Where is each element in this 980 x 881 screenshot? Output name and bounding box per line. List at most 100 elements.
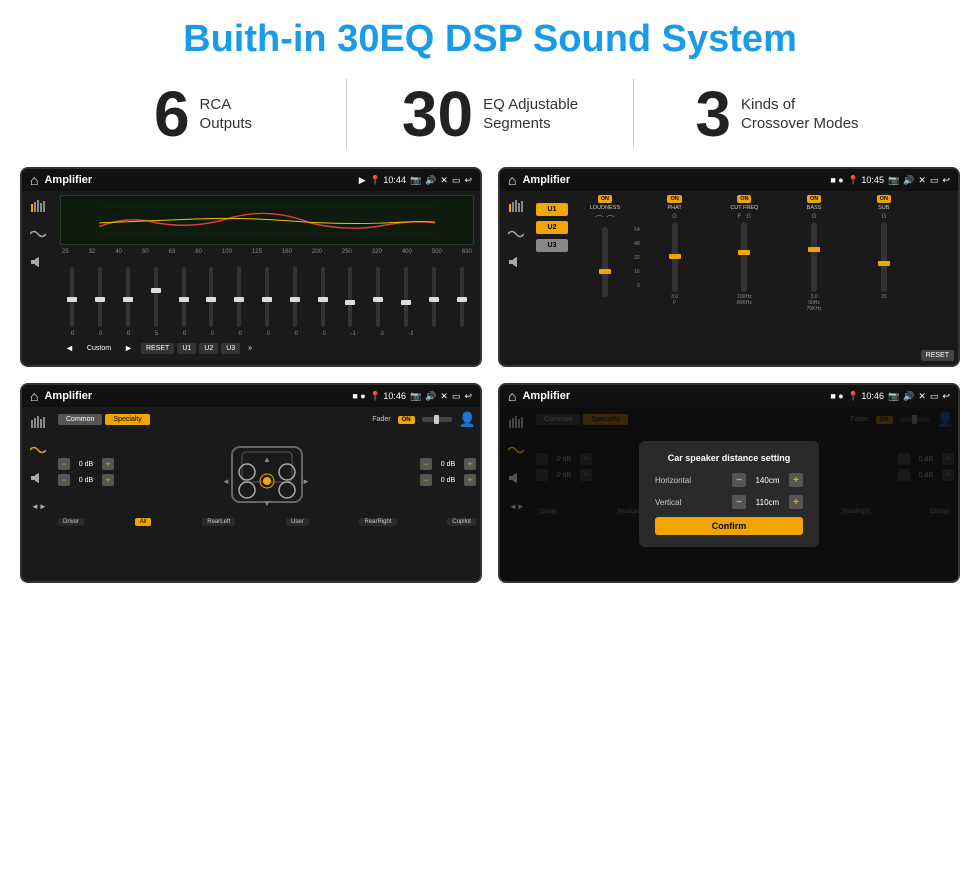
fader-all-label[interactable]: All [135,518,152,526]
eq-prev-button[interactable]: ◄ [60,341,79,355]
fader-rearright-label[interactable]: RearRight [359,518,396,526]
fader-sidebar-eq[interactable] [26,413,50,431]
fader-home-icon[interactable]: ⌂ [30,388,38,404]
dialog-screen-title: Amplifier [522,390,824,402]
dialog-statusbar: ⌂ Amplifier ■ ● 📍 10:46 📷 🔊 ✕ ▭ ↩ [500,385,958,407]
eq-slider-15[interactable] [449,267,474,329]
phat-freq: F [673,300,676,306]
fader-rl-minus[interactable]: − [58,474,70,486]
fader-user-label[interactable]: User [286,518,309,526]
eq-slider-10[interactable] [310,267,335,329]
mixer-sidebar-eq[interactable] [504,197,528,215]
confirm-button[interactable]: Confirm [655,517,803,535]
dialog-horizontal-row: Horizontal − 140cm + [655,473,803,487]
mixer-home-icon[interactable]: ⌂ [508,172,516,188]
fader-sidebar-lr[interactable]: ◄► [26,497,50,515]
eq-slider-11[interactable] [338,267,363,329]
cutfreq-hz2: 80KHz [737,300,752,306]
cutfreq-slider[interactable] [741,222,747,292]
dialog-horizontal-minus[interactable]: − [732,473,746,487]
fader-copilot-label[interactable]: Copilot [447,518,476,526]
dialog-vertical-plus[interactable]: + [789,495,803,509]
eq-reset-button[interactable]: RESET [141,343,174,354]
eq-sidebar-wave[interactable] [26,225,50,243]
eq-next-button[interactable]: ► [119,341,138,355]
fader-fr-minus[interactable]: − [420,458,432,470]
mixer-preset-u2[interactable]: U2 [536,221,568,234]
svg-text:▲: ▲ [263,455,271,464]
eq-slider-2[interactable] [88,267,113,329]
fader-vol-rr: − 0 dB + [420,474,476,486]
stat-rca-number: 6 [154,82,190,146]
fader-slider[interactable] [422,417,452,422]
eq-slider-5[interactable] [171,267,196,329]
fader-sidebar-speaker[interactable] [26,469,50,487]
fader-status-icons: ■ ● 📍 10:46 📷 🔊 ✕ ▭ ↩ [352,391,472,402]
fader-fl-minus[interactable]: − [58,458,70,470]
eq-sidebar-speaker[interactable] [26,253,50,271]
eq-slider-8[interactable] [255,267,280,329]
mixer-reset-area: RESET [921,195,954,365]
mixer-reset-button[interactable]: RESET [921,350,954,361]
fader-back[interactable]: ↩ [464,391,472,402]
eq-slider-1[interactable] [60,267,85,329]
back-icon[interactable]: ↩ [464,175,472,186]
fader-sidebar-wave[interactable] [26,441,50,459]
mixer-preset-u1[interactable]: U1 [536,203,568,216]
eq-slider-3[interactable] [116,267,141,329]
dialog-vertical-minus[interactable]: − [732,495,746,509]
svg-text:▼: ▼ [263,499,271,508]
stat-rca: 6 RCAOutputs [60,82,346,146]
stat-eq-number: 30 [402,82,473,146]
fader-rr-val: 0 dB [434,477,462,484]
bass-g: G [812,214,817,220]
eq-slider-13[interactable] [394,267,419,329]
fader-tab-specialty[interactable]: Specialty [105,414,149,425]
eq-body: 2532405063 80100125160200 25032040050063… [22,191,480,367]
mixer-back[interactable]: ↩ [942,175,950,186]
phat-slider[interactable] [672,222,678,292]
sub-slider[interactable] [881,222,887,292]
fader-rr-plus[interactable]: + [464,474,476,486]
home-icon[interactable]: ⌂ [30,172,38,188]
dialog-back[interactable]: ↩ [942,391,950,402]
eq-slider-12[interactable] [366,267,391,329]
eq-u2-button[interactable]: U2 [199,343,218,354]
eq-slider-6[interactable] [199,267,224,329]
eq-slider-9[interactable] [282,267,307,329]
stat-eq: 30 EQ AdjustableSegments [347,82,633,146]
fader-bottom-labels: Driver All RearLeft User RearRight Copil… [58,518,476,526]
mixer-sidebar-wave[interactable] [504,225,528,243]
x-icon: ✕ [440,175,448,186]
bass-slider[interactable] [811,222,817,292]
mixer-preset-u3[interactable]: U3 [536,239,568,252]
eq-freq-labels: 2532405063 80100125160200 25032040050063… [60,249,474,255]
eq-slider-7[interactable] [227,267,252,329]
fader-fr-val: 0 dB [434,461,462,468]
eq-sliders [60,259,474,329]
dialog-body: ◄► Common Specialty Fader ON 👤 [500,407,958,581]
eq-slider-14[interactable] [421,267,446,329]
fader-driver-label[interactable]: Driver [58,518,84,526]
mixer-ch-loudness: ON LOUDNESS ⌒⌒ 644832160 [572,195,638,365]
eq-slider-4[interactable] [143,267,168,329]
dialog-vertical-stepper: − 110cm + [732,495,803,509]
fader-main: Common Specialty Fader ON 👤 [54,407,480,581]
eq-more-button[interactable]: » [243,343,257,354]
fader-fr-plus[interactable]: + [464,458,476,470]
stat-crossover-number: 3 [695,82,731,146]
mixer-sidebar-speaker[interactable] [504,253,528,271]
dialog-home-icon[interactable]: ⌂ [508,388,516,404]
fader-rr-minus[interactable]: − [420,474,432,486]
fader-tab-common[interactable]: Common [58,414,102,425]
fader-rl-plus[interactable]: + [102,474,114,486]
dialog-horizontal-plus[interactable]: + [789,473,803,487]
fader-left-vols: − 0 dB + − 0 dB + [58,432,114,512]
loudness-slider[interactable] [602,227,608,297]
fader-rearleft-label[interactable]: RearLeft [202,518,235,526]
phat-label: PHAT [667,205,681,211]
eq-u3-button[interactable]: U3 [221,343,240,354]
eq-sidebar-eq[interactable] [26,197,50,215]
fader-fl-plus[interactable]: + [102,458,114,470]
eq-u1-button[interactable]: U1 [177,343,196,354]
